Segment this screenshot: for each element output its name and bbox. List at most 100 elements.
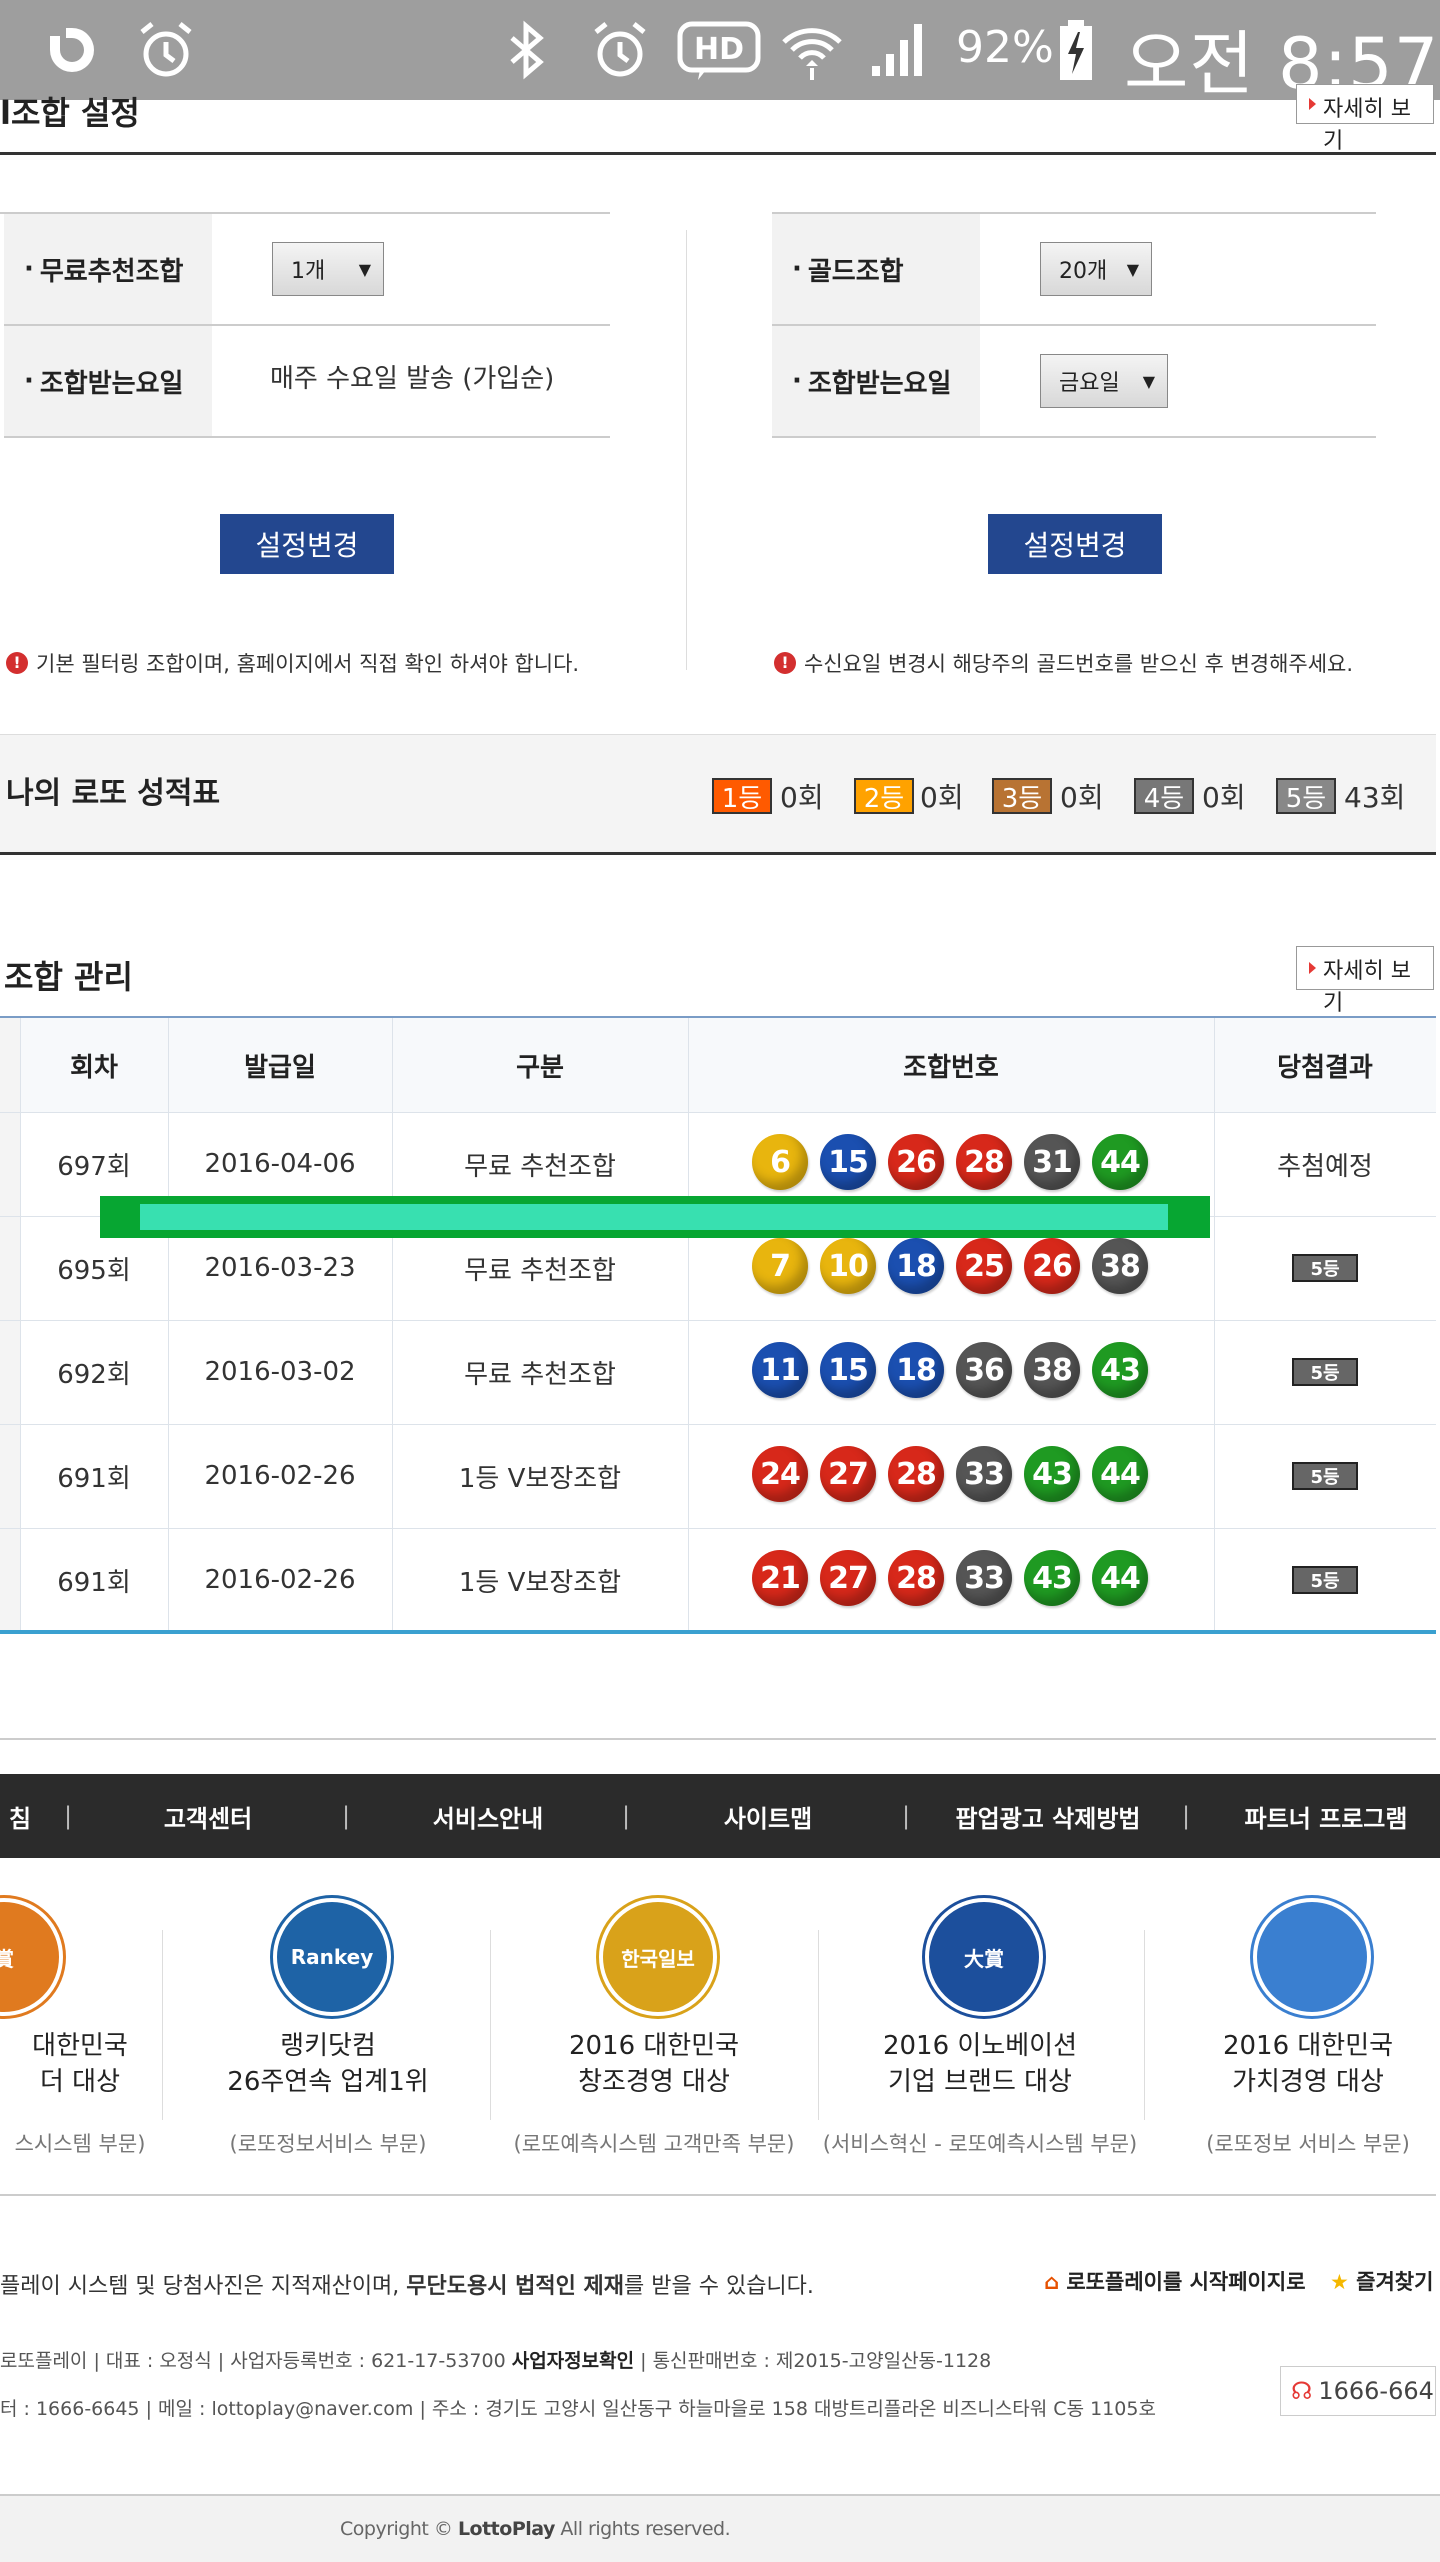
free-combo-day-label: 조합받는요일: [4, 326, 212, 436]
combo-manage-more-button[interactable]: 자세히 보기: [1296, 946, 1434, 1016]
footer-nav-item[interactable]: 사이트맵: [638, 1774, 898, 1858]
row-round: 691회: [57, 1567, 131, 1598]
lotto-ball: 44: [1092, 1550, 1148, 1606]
result-badge: 5등: [1292, 1254, 1358, 1282]
award-title-line1: 대한민국: [32, 2031, 128, 2061]
footer-nav-item[interactable]: 팝업광고 삭제방법: [918, 1774, 1178, 1858]
signal-icon: [872, 24, 922, 76]
award-title-line2: 26주연속 업계1위: [227, 2067, 429, 2097]
row-date: 2016-02-26: [204, 1565, 356, 1595]
free-combo-count-select[interactable]: 1개: [272, 242, 384, 296]
lotto-ball: 11: [752, 1342, 808, 1398]
warning-icon: !: [6, 652, 28, 674]
company-info: 로또플레이 | 대표 : 오정식 | 사업자등록번호 : 621-17-5370…: [0, 2350, 992, 2372]
combo-settings-title: l조합 설정: [0, 94, 140, 132]
award-subtitle: (로또정보서비스 부문): [229, 2132, 427, 2156]
battery-charging-icon: [1060, 20, 1092, 80]
lotto-ball: 28: [888, 1446, 944, 1502]
selection-highlight: [100, 1196, 1210, 1238]
award-logo-icon: 한국일보: [599, 1898, 717, 2016]
lotto-ball: 15: [820, 1342, 876, 1398]
gold-combo-change-button[interactable]: 설정변경: [988, 514, 1162, 574]
phone-button[interactable]: ☊ 1666-664: [1280, 2366, 1436, 2416]
award-subtitle: 스시스템 부문): [14, 2132, 146, 2156]
table-row: 691회 2016-02-26 1등 V보장조합 21 27 28 33 43 44 5등: [0, 1528, 1436, 1632]
lotto-ball: 21: [752, 1550, 808, 1606]
lotto-ball: 43: [1092, 1342, 1148, 1398]
copyright-text: Copyright © LottoPlay All rights reserve…: [340, 2518, 731, 2540]
gold-combo-day-select[interactable]: 금요일: [1040, 354, 1168, 408]
copyright-icon: ©: [433, 2518, 453, 2540]
free-combo-change-button[interactable]: 설정변경: [220, 514, 394, 574]
lotto-ball: 10: [820, 1238, 876, 1294]
result-badge: 5등: [1292, 1566, 1358, 1594]
lotto-ball: 18: [888, 1238, 944, 1294]
award-logo-icon: [1253, 1898, 1371, 2016]
footer-nav-item[interactable]: 고객센터: [78, 1774, 338, 1858]
star-icon: ★: [1330, 2270, 1349, 2294]
row-date: 2016-03-02: [204, 1357, 356, 1387]
free-combo-note: ! 기본 필터링 조합이며, 홈페이지에서 직접 확인 하셔야 합니다.: [6, 648, 579, 678]
footer-nav-item[interactable]: 침: [0, 1774, 40, 1858]
gold-combo-day-label: 조합받는요일: [772, 326, 980, 436]
award-logo-icon: 賞: [0, 1898, 63, 2016]
lotto-ball: 38: [1092, 1238, 1148, 1294]
award-subtitle: (로또예측시스템 고객만족 부문): [513, 2132, 795, 2156]
combo-settings-more-button[interactable]: 자세히 보기: [1296, 84, 1434, 154]
app-notification-icon: [50, 28, 94, 72]
bluetooth-icon: [510, 20, 544, 80]
lotto-ball: 24: [752, 1446, 808, 1502]
status-bar: HD 92% 오전 8:57: [0, 0, 1440, 105]
hd-voice-icon: HD: [677, 21, 761, 80]
lotto-ball: 33: [956, 1550, 1012, 1606]
lotto-ball: 28: [956, 1134, 1012, 1190]
combo-manage-title: 조합 관리: [4, 958, 133, 996]
rank-badge-3: 3등: [992, 778, 1052, 814]
result-badge: 5등: [1292, 1462, 1358, 1490]
rank-count-5: 43회: [1344, 781, 1406, 814]
gold-combo-count-select[interactable]: 20개: [1040, 242, 1152, 296]
rank-count-1: 0회: [780, 781, 824, 814]
warning-icon: !: [774, 652, 796, 674]
lotto-ball: 25: [956, 1238, 1012, 1294]
rank-count-3: 0회: [1060, 781, 1104, 814]
table-row: 692회 2016-03-02 무료 추천조합 11 15 18 36 38 43 5등: [0, 1320, 1436, 1424]
bookmark-link[interactable]: ★ 즐겨찾기: [1330, 2266, 1433, 2296]
lotto-ball: 26: [888, 1134, 944, 1190]
rank-count-4: 0회: [1202, 781, 1246, 814]
scorecard-title: 나의 로또 성적표: [6, 776, 221, 811]
header-numbers: 조합번호: [903, 1052, 999, 1083]
battery-percent: 92%: [956, 22, 1054, 73]
lotto-ball: 26: [1024, 1238, 1080, 1294]
award-title-line2: 더 대상: [39, 2067, 121, 2097]
award-subtitle: (서비스혁신 - 로또예측시스템 부문): [822, 2132, 1138, 2156]
lotto-ball: 31: [1024, 1134, 1080, 1190]
award-title-line1: 2016 대한민국: [1222, 2031, 1394, 2061]
footer-nav-item[interactable]: 파트너 프로그램: [1196, 1774, 1440, 1858]
award-logo-icon: Rankey: [273, 1898, 391, 2016]
row-round: 692회: [57, 1359, 131, 1390]
section-divider: [0, 152, 1436, 155]
lotto-ball: 7: [752, 1238, 808, 1294]
rank-badge-4: 4등: [1134, 778, 1194, 814]
row-type: 무료 추천조합: [464, 1359, 616, 1390]
set-homepage-link[interactable]: ⌂ 로또플레이를 시작페이지로: [1044, 2266, 1306, 2296]
rank-badge-2: 2등: [854, 778, 914, 814]
award-subtitle: (로또정보 서비스 부문): [1206, 2132, 1410, 2156]
lotto-ball: 6: [752, 1134, 808, 1190]
row-date: 2016-02-26: [204, 1461, 356, 1491]
wifi-icon: [782, 28, 842, 80]
copyright-notice: 플레이 시스템 및 당첨사진은 지적재산이며, 무단도용시 법적인 제재를 받을…: [0, 2274, 814, 2299]
lotto-ball: 15: [820, 1134, 876, 1190]
footer-nav-item[interactable]: 서비스안내: [358, 1774, 618, 1858]
lotto-ball: 44: [1092, 1446, 1148, 1502]
award-title-line1: 랭키닷컴: [280, 2031, 376, 2061]
row-result: 추첨예정: [1277, 1151, 1373, 1182]
lotto-ball: 18: [888, 1342, 944, 1398]
rank-count-2: 0회: [920, 781, 964, 814]
row-type: 1등 V보장조합: [458, 1463, 622, 1494]
rank-badge-5: 5등: [1276, 778, 1336, 814]
lotto-ball: 28: [888, 1550, 944, 1606]
table-row: 691회 2016-02-26 1등 V보장조합 24 27 28 33 43 44 5등: [0, 1424, 1436, 1528]
panel-divider: [686, 230, 687, 670]
